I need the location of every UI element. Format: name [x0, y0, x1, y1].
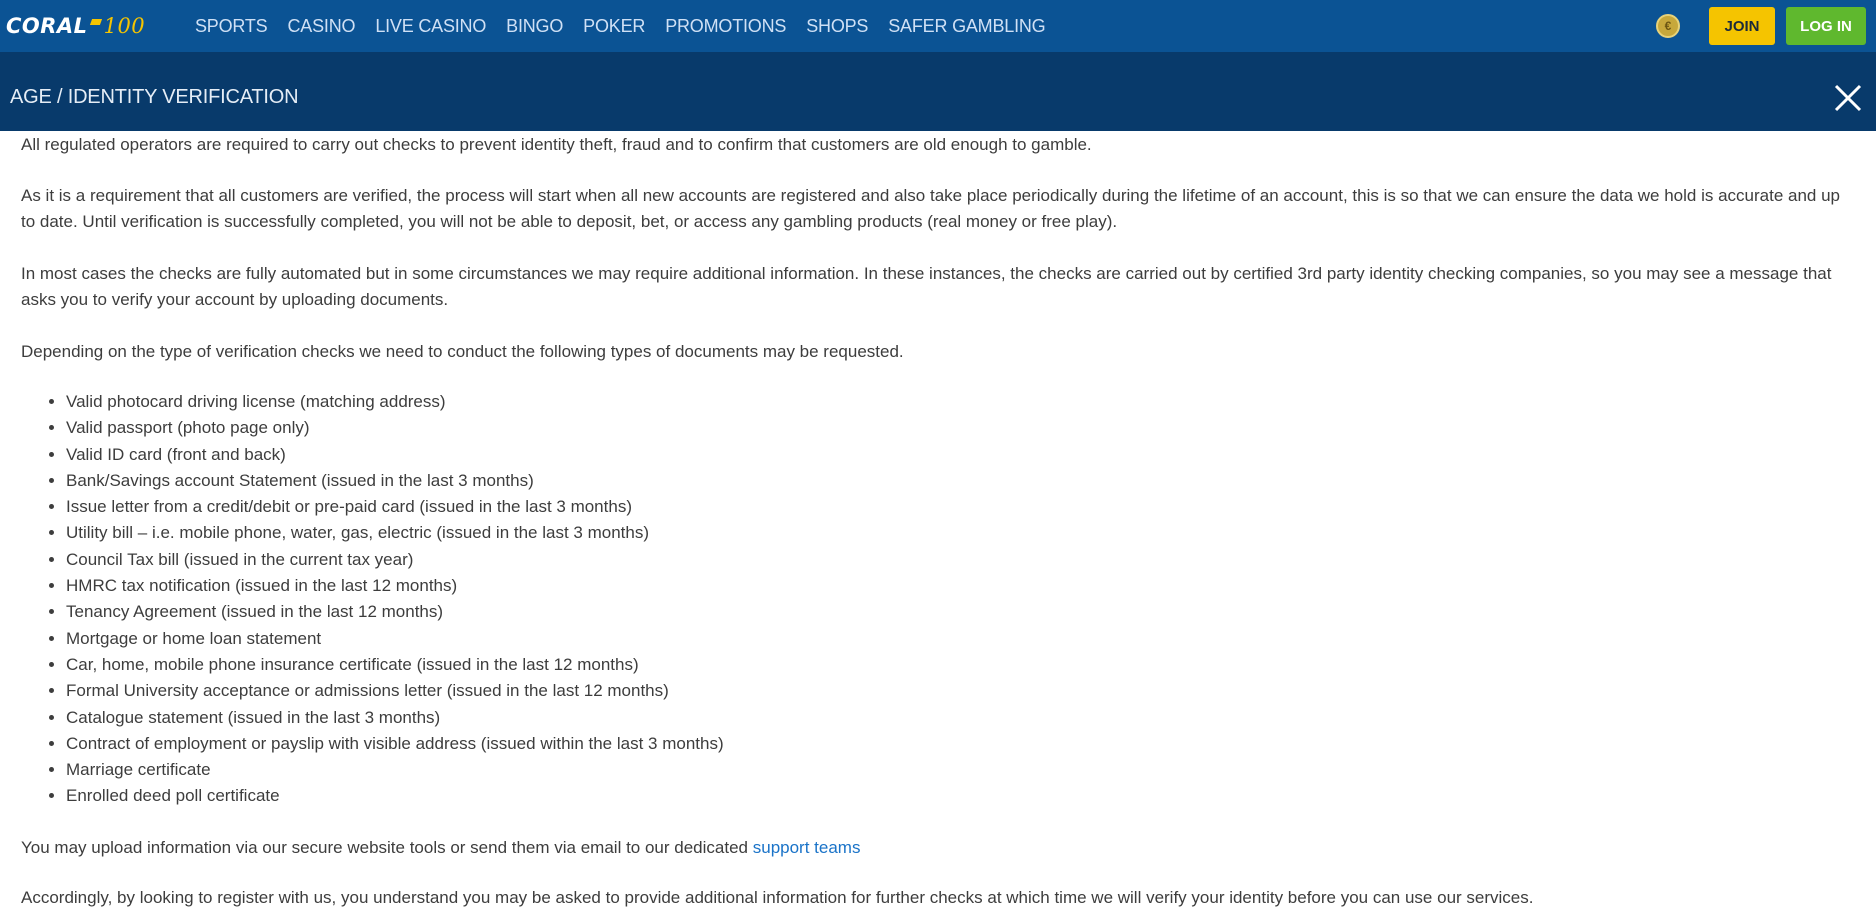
coral-logo[interactable]: CORAL 100: [6, 14, 145, 38]
logo-flag-icon: [89, 19, 102, 25]
join-button[interactable]: JOIN: [1709, 7, 1775, 45]
list-item: Council Tax bill (issued in the current …: [66, 547, 724, 573]
intro-paragraph: All regulated operators are required to …: [21, 135, 1092, 154]
partial-paragraph: Accordingly, by looking to register with…: [21, 888, 1534, 907]
modal-header: AGE / IDENTITY VERIFICATION: [0, 52, 1876, 131]
nav-bingo[interactable]: BINGO: [506, 16, 563, 37]
list-item: Contract of employment or payslip with v…: [66, 731, 724, 757]
documents-intro-paragraph: Depending on the type of verification ch…: [21, 342, 904, 361]
logo-text: CORAL: [6, 14, 88, 38]
nav-promotions[interactable]: PROMOTIONS: [665, 16, 786, 37]
requirement-paragraph: As it is a requirement that all customer…: [21, 186, 1841, 231]
documents-list: Valid photocard driving license (matchin…: [21, 389, 724, 810]
list-item: Car, home, mobile phone insurance certif…: [66, 652, 724, 678]
main-menu: SPORTS CASINO LIVE CASINO BINGO POKER PR…: [195, 0, 1065, 52]
upload-text: You may upload information via our secur…: [21, 838, 753, 857]
list-item: Mortgage or home loan statement: [66, 626, 724, 652]
list-item: Issue letter from a credit/debit or pre-…: [66, 494, 724, 520]
list-item: Valid photocard driving license (matchin…: [66, 389, 724, 415]
modal-title: AGE / IDENTITY VERIFICATION: [10, 86, 299, 108]
coin-icon[interactable]: €: [1656, 14, 1680, 38]
nav-safer-gambling[interactable]: SAFER GAMBLING: [888, 16, 1045, 37]
close-icon[interactable]: [1832, 82, 1864, 114]
list-item: Utility bill – i.e. mobile phone, water,…: [66, 520, 724, 546]
list-item: Formal University acceptance or admissio…: [66, 678, 724, 704]
nav-shops[interactable]: SHOPS: [806, 16, 868, 37]
list-item: Bank/Savings account Statement (issued i…: [66, 468, 724, 494]
nav-casino[interactable]: CASINO: [288, 16, 356, 37]
nav-poker[interactable]: POKER: [583, 16, 645, 37]
top-navigation-bar: CORAL 100 SPORTS CASINO LIVE CASINO BING…: [0, 0, 1876, 52]
list-item: Catalogue statement (issued in the last …: [66, 705, 724, 731]
list-item: Enrolled deed poll certificate: [66, 783, 724, 809]
list-item: Marriage certificate: [66, 757, 724, 783]
list-item: Valid passport (photo page only): [66, 415, 724, 441]
login-button[interactable]: LOG IN: [1786, 7, 1866, 45]
logo-suffix: 100: [103, 14, 146, 38]
list-item: Valid ID card (front and back): [66, 442, 724, 468]
nav-sports[interactable]: SPORTS: [195, 16, 268, 37]
upload-paragraph: You may upload information via our secur…: [21, 835, 860, 861]
nav-live-casino[interactable]: LIVE CASINO: [375, 16, 486, 37]
support-teams-link[interactable]: support teams: [753, 838, 861, 857]
automated-checks-paragraph: In most cases the checks are fully autom…: [21, 264, 1832, 309]
list-item: Tenancy Agreement (issued in the last 12…: [66, 599, 724, 625]
list-item: HMRC tax notification (issued in the las…: [66, 573, 724, 599]
